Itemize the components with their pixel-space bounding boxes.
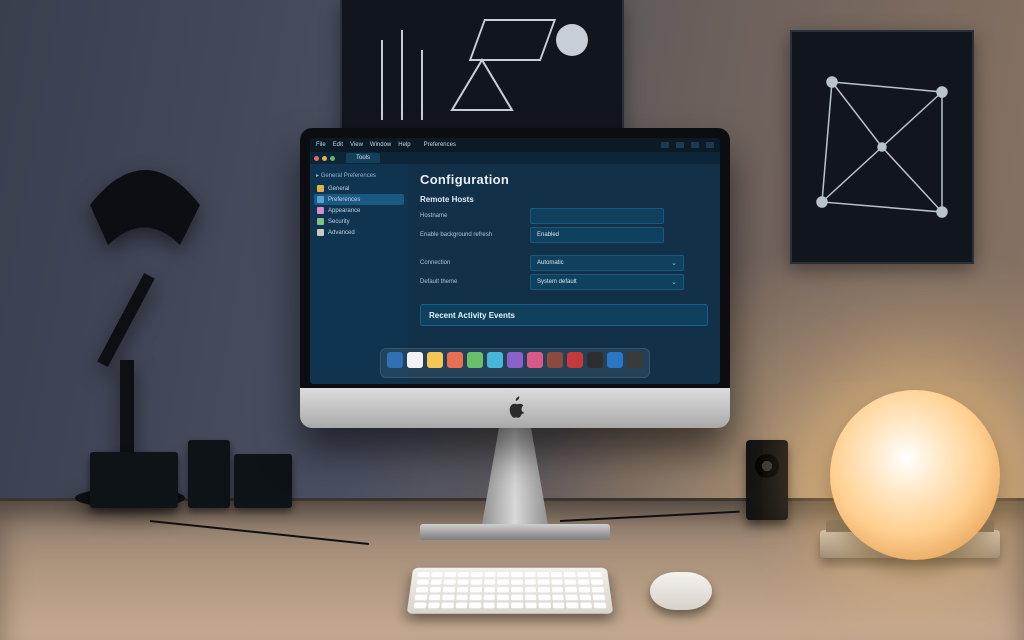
dock-app[interactable]	[467, 352, 483, 368]
sidebar-item[interactable]: General	[314, 183, 404, 194]
status-pill[interactable]	[706, 142, 714, 148]
sidebar-item-label: Advanced	[328, 230, 355, 236]
sphere-lamp	[830, 390, 1000, 560]
dock-app[interactable]	[587, 352, 603, 368]
dock-app[interactable]	[547, 352, 563, 368]
menu-item[interactable]: Preferences	[424, 142, 456, 148]
field-label: Hostname	[420, 213, 520, 219]
status-pill[interactable]	[691, 142, 699, 148]
sidebar-item[interactable]: Security	[314, 216, 404, 227]
sidebar-item-icon	[317, 185, 324, 192]
status-pill[interactable]	[661, 142, 669, 148]
page-title: Configuration	[420, 172, 708, 187]
field-label: Connection	[420, 260, 520, 266]
menu-item[interactable]: File	[316, 142, 326, 148]
dock-app[interactable]	[607, 352, 623, 368]
sidebar-item-label: Appearance	[328, 208, 360, 214]
sidebar-item-icon	[317, 218, 324, 225]
sidebar-item[interactable]: Preferences	[314, 194, 404, 205]
speaker	[746, 440, 788, 520]
sidebar-item-icon	[317, 196, 324, 203]
activity-banner[interactable]: Recent Activity Events	[420, 304, 708, 326]
sidebar-item-label: General	[328, 186, 349, 192]
menu-item[interactable]: View	[350, 142, 363, 148]
section-title: Remote Hosts	[420, 195, 708, 204]
zoom-icon[interactable]	[330, 156, 335, 161]
sidebar-header: ▸ General Preferences	[316, 172, 404, 179]
status-pill[interactable]	[676, 142, 684, 148]
minimize-icon[interactable]	[322, 156, 327, 161]
field-label: Enable background refresh	[420, 232, 520, 238]
chevron-down-icon: ⌄	[671, 259, 677, 267]
dock-app[interactable]	[567, 352, 583, 368]
menu-item[interactable]: Edit	[333, 142, 343, 148]
sidebar-item-icon	[317, 229, 324, 236]
hostname-input[interactable]	[530, 208, 664, 224]
chevron-down-icon: ⌄	[671, 278, 677, 286]
dock-app[interactable]	[627, 352, 643, 368]
screen: File Edit View Window Help Preferences	[310, 138, 720, 384]
menu-item[interactable]: Help	[398, 142, 410, 148]
sidebar-item-icon	[317, 207, 324, 214]
sidebar-item[interactable]: Advanced	[314, 227, 404, 238]
mouse	[650, 572, 712, 610]
os-menubar[interactable]: File Edit View Window Help Preferences	[310, 138, 720, 152]
wall-art-left	[340, 0, 624, 132]
menu-item[interactable]: Window	[370, 142, 391, 148]
imac: File Edit View Window Help Preferences	[300, 128, 730, 528]
theme-select[interactable]: System default ⌄	[530, 274, 684, 290]
sidebar-item-label: Security	[328, 219, 350, 225]
close-icon[interactable]	[314, 156, 319, 161]
wall-art-right	[790, 30, 974, 264]
device-box	[90, 452, 178, 508]
dock[interactable]	[380, 348, 650, 378]
device-box	[234, 454, 292, 508]
dock-app[interactable]	[427, 352, 443, 368]
apple-logo-icon	[505, 396, 525, 420]
toggle-field[interactable]: Enabled	[530, 227, 664, 243]
dock-app[interactable]	[507, 352, 523, 368]
dock-app[interactable]	[407, 352, 423, 368]
window-titlebar[interactable]: Tools	[310, 152, 720, 164]
dock-app[interactable]	[387, 352, 403, 368]
tab[interactable]: Tools	[346, 153, 380, 163]
field-label: Default theme	[420, 279, 520, 285]
sidebar-item[interactable]: Appearance	[314, 205, 404, 216]
sidebar-item-label: Preferences	[328, 197, 360, 203]
connection-select[interactable]: Automatic ⌄	[530, 255, 684, 271]
dock-app[interactable]	[487, 352, 503, 368]
dock-app[interactable]	[447, 352, 463, 368]
dock-app[interactable]	[527, 352, 543, 368]
device-box	[188, 440, 230, 508]
keyboard	[407, 568, 614, 614]
